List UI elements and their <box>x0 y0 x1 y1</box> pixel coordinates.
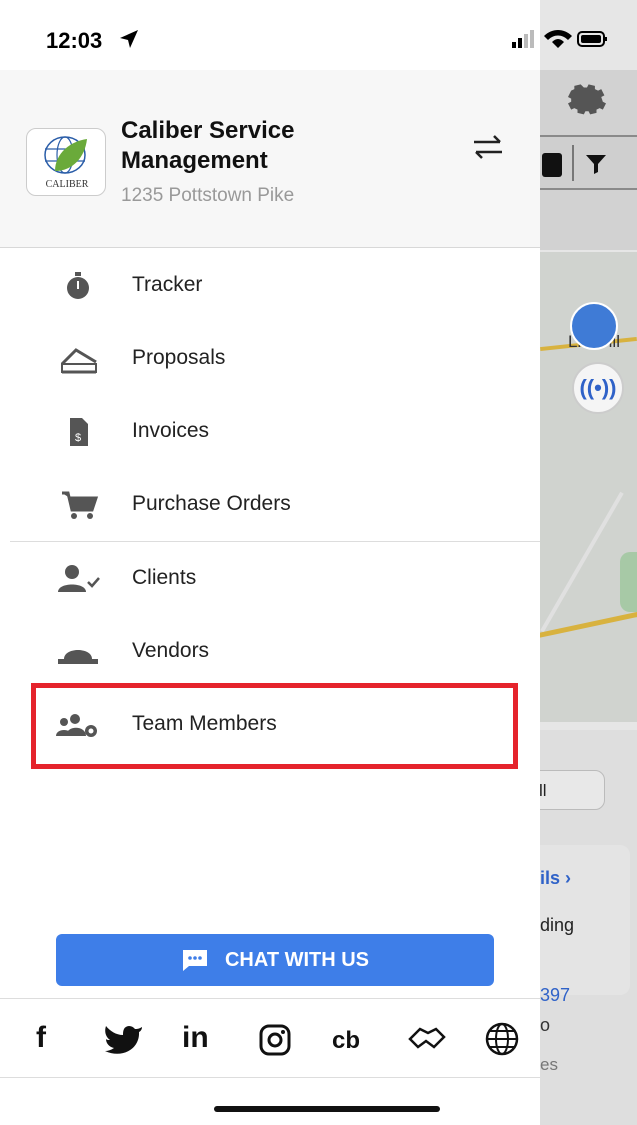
number-link[interactable]: 397 <box>540 985 570 1006</box>
switch-account-icon[interactable] <box>470 132 506 162</box>
menu-item-label: Tracker <box>132 273 203 296</box>
background-text: es <box>540 1055 558 1074</box>
details-link[interactable]: ils › <box>540 868 571 889</box>
instagram-icon[interactable] <box>258 1023 292 1057</box>
status-time: 12:03 <box>46 28 103 53</box>
background-screen: Lionvill ((•)) ll ils › ding 397 o es <box>540 0 637 1125</box>
menu-item-label: Clients <box>132 566 197 589</box>
toolbar-divider <box>572 145 574 181</box>
chat-with-us-button[interactable]: CHAT WITH US <box>56 934 494 986</box>
stopwatch-icon <box>67 272 89 299</box>
location-arrow-icon <box>120 30 138 48</box>
globe-leaf-icon <box>44 136 87 174</box>
social-links-bar: f in cb <box>0 998 540 1078</box>
menu-item-purchase-orders[interactable]: Purchase Orders <box>0 468 540 541</box>
background-text: o <box>540 1015 551 1035</box>
invoice-dollar-icon: $ <box>70 418 88 446</box>
facebook-icon[interactable]: f <box>36 1021 46 1055</box>
svg-text:$: $ <box>75 432 81 444</box>
home-indicator[interactable] <box>214 1106 440 1112</box>
map-road <box>540 609 637 640</box>
cart-icon <box>62 491 99 519</box>
globe-icon[interactable] <box>484 1021 520 1057</box>
calendar-icon[interactable] <box>542 153 562 177</box>
linkedin-icon[interactable]: in <box>182 1021 209 1055</box>
user-check-icon <box>58 565 100 592</box>
wifi-icon <box>544 30 572 48</box>
menu-item-label: Vendors <box>132 639 210 662</box>
highlight-box <box>31 683 518 769</box>
background-card: ll ils › ding 397 o es <box>540 730 637 1125</box>
settings-gear-icon[interactable] <box>562 78 612 116</box>
signal-icon <box>512 42 516 48</box>
chat-button-label: CHAT WITH US <box>224 948 370 971</box>
menu-item-proposals[interactable]: Proposals <box>0 322 540 395</box>
pending-text: ding <box>540 915 575 935</box>
menu-item-tracker[interactable]: Tracker <box>0 249 540 322</box>
menu-item-label: Invoices <box>132 419 210 442</box>
company-name: Caliber Service Management <box>121 117 295 174</box>
background-map[interactable]: Lionvill ((•)) <box>540 252 637 722</box>
crunchbase-icon[interactable]: cb <box>332 1027 360 1055</box>
menu-item-label: Proposals <box>132 346 226 369</box>
broadcast-pin-icon[interactable]: ((•)) <box>572 362 624 414</box>
background-toolbar <box>540 135 637 190</box>
map-park <box>620 552 637 612</box>
twitter-icon[interactable] <box>104 1023 144 1055</box>
map-road <box>540 491 624 633</box>
chat-icon <box>182 950 207 971</box>
hard-hat-icon <box>58 650 98 664</box>
proposal-sign-icon <box>60 348 97 374</box>
filter-icon[interactable] <box>584 151 608 177</box>
menu-item-vendors[interactable]: Vendors <box>0 615 540 688</box>
menu-item-invoices[interactable]: $ Invoices <box>0 395 540 468</box>
company-logo: CALIBER <box>26 128 106 196</box>
logo-text: CALIBER <box>45 179 89 190</box>
status-bar: 12:03 <box>0 0 637 70</box>
status-icons <box>512 30 607 48</box>
menu-item-clients[interactable]: Clients <box>0 542 540 615</box>
navigation-drawer: CALIBER Caliber Service Management 1235 … <box>0 0 540 1125</box>
menu-item-label: Purchase Orders <box>132 492 291 515</box>
handshake-icon[interactable] <box>408 1025 446 1053</box>
background-pill[interactable]: ll <box>540 770 605 810</box>
weather-pin-icon[interactable] <box>570 302 618 350</box>
company-address: 1235 Pottstown Pike <box>121 185 295 206</box>
account-header: CALIBER Caliber Service Management 1235 … <box>0 70 540 248</box>
